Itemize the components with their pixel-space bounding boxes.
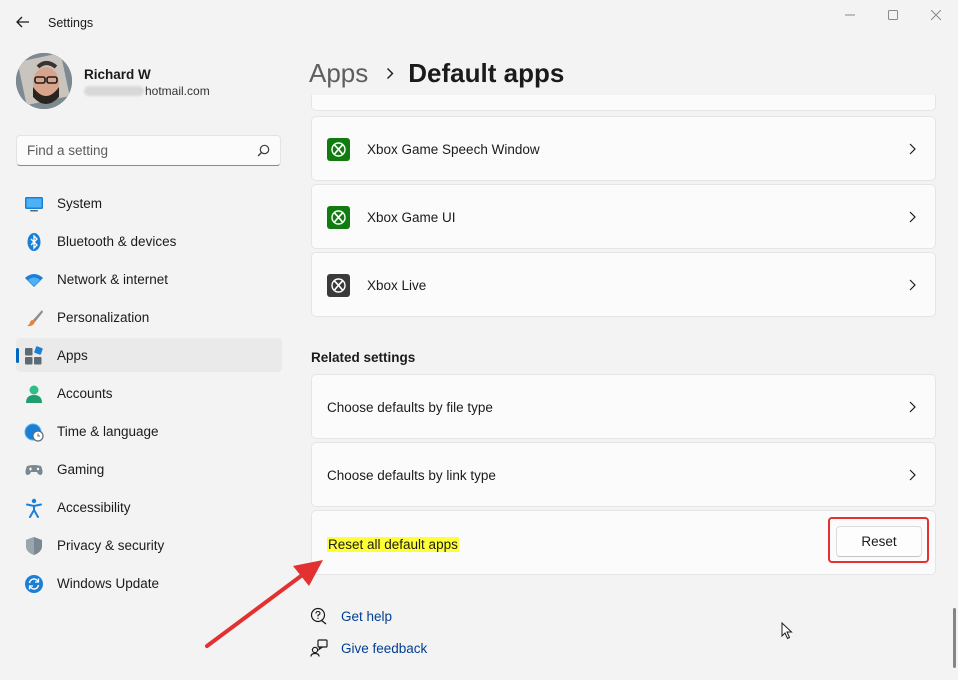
profile-email: hotmail.com <box>84 84 210 98</box>
give-feedback-link[interactable]: Give feedback <box>310 638 427 658</box>
title-bar: Settings <box>0 0 958 46</box>
app-item-xbox-live[interactable]: Xbox Live <box>311 252 936 317</box>
wifi-icon <box>24 270 44 290</box>
get-help-text[interactable]: Get help <box>341 609 392 624</box>
choose-defaults-link-type[interactable]: Choose defaults by link type <box>311 442 936 507</box>
sidebar-item-label: Personalization <box>57 309 150 325</box>
back-button[interactable] <box>12 10 34 34</box>
choose-defaults-file-type[interactable]: Choose defaults by file type <box>311 374 936 439</box>
chevron-right-icon <box>909 211 916 223</box>
reset-button[interactable]: Reset <box>836 526 922 557</box>
mouse-cursor-icon <box>781 622 793 640</box>
selected-indicator <box>16 348 19 363</box>
sidebar-item-personalization[interactable]: Personalization <box>16 300 282 334</box>
maximize-icon <box>888 10 898 20</box>
chevron-right-icon <box>909 401 916 413</box>
scrollbar-thumb[interactable] <box>953 608 956 668</box>
accessibility-icon <box>24 498 44 518</box>
search-input[interactable] <box>17 136 251 165</box>
sidebar-item-bluetooth[interactable]: Bluetooth & devices <box>16 224 282 258</box>
breadcrumb-parent[interactable]: Apps <box>309 58 368 89</box>
monitor-icon <box>24 194 44 214</box>
app-item-xbox-game-speech-window[interactable]: Xbox Game Speech Window <box>311 116 936 181</box>
get-help-link[interactable]: Get help <box>310 606 392 626</box>
sidebar-item-label: Bluetooth & devices <box>57 233 177 249</box>
sidebar-item-accessibility[interactable]: Accessibility <box>16 490 282 524</box>
app-item-label: Xbox Game UI <box>367 210 456 225</box>
chevron-right-icon <box>909 143 916 155</box>
app-item-label: Xbox Game Speech Window <box>367 142 540 157</box>
chevron-right-icon <box>909 469 916 481</box>
page-title: Default apps <box>408 57 565 88</box>
close-icon <box>931 10 941 20</box>
sync-icon <box>24 574 44 594</box>
apps-icon <box>24 346 44 366</box>
sidebar-item-label: System <box>57 195 103 211</box>
sidebar-item-privacy[interactable]: Privacy & security <box>16 528 282 562</box>
sidebar-item-time-language[interactable]: Time & language <box>16 414 282 448</box>
sidebar-item-label: Gaming <box>57 461 105 477</box>
sidebar-item-label: Accessibility <box>57 499 131 515</box>
app-item-xbox-game-ui[interactable]: Xbox Game UI <box>311 184 936 249</box>
app-item-label: Xbox Live <box>367 278 427 293</box>
list-item-partial[interactable] <box>311 95 936 111</box>
shield-icon <box>24 536 44 556</box>
file-type-label: Choose defaults by file type <box>327 400 493 415</box>
sidebar-item-label: Privacy & security <box>57 537 165 553</box>
email-domain: hotmail.com <box>145 84 210 98</box>
sidebar-item-accounts[interactable]: Accounts <box>16 376 282 410</box>
xbox-icon <box>327 274 350 297</box>
reset-default-apps-row: Reset all default apps Reset <box>311 510 936 575</box>
sidebar-item-gaming[interactable]: Gaming <box>16 452 282 486</box>
sidebar-item-label: Time & language <box>57 423 159 439</box>
related-settings-title: Related settings <box>311 350 416 365</box>
sidebar-item-label: Network & internet <box>57 271 169 287</box>
sidebar-item-windows-update[interactable]: Windows Update <box>16 566 282 600</box>
globe-clock-icon <box>24 422 44 442</box>
sidebar-item-label: Accounts <box>57 385 113 401</box>
search-icon[interactable] <box>257 144 270 157</box>
feedback-icon <box>310 639 328 657</box>
sidebar-item-apps[interactable]: Apps <box>16 338 282 372</box>
profile-name: Richard W <box>84 67 151 82</box>
breadcrumb: Apps Default apps <box>309 55 564 91</box>
minimize-button[interactable] <box>830 4 870 26</box>
xbox-icon <box>327 206 350 229</box>
sidebar-item-label: Apps <box>57 347 88 363</box>
help-chat-icon <box>310 607 328 625</box>
search-box <box>16 135 281 166</box>
avatar-image <box>16 53 72 109</box>
xbox-icon <box>327 138 350 161</box>
chevron-right-icon <box>386 67 394 80</box>
arrow-left-icon <box>16 16 29 28</box>
gamepad-icon <box>24 460 44 480</box>
avatar[interactable] <box>16 53 72 109</box>
link-type-label: Choose defaults by link type <box>327 468 496 483</box>
minimize-icon <box>845 14 855 16</box>
email-redaction <box>84 86 144 96</box>
give-feedback-text[interactable]: Give feedback <box>341 641 427 656</box>
chevron-right-icon <box>909 279 916 291</box>
sidebar-nav: System Bluetooth & devices Network & int… <box>16 186 282 604</box>
reset-all-default-apps-label: Reset all default apps <box>327 537 459 552</box>
person-icon <box>24 384 44 404</box>
sidebar-item-network[interactable]: Network & internet <box>16 262 282 296</box>
brush-icon <box>24 308 44 328</box>
sidebar-item-system[interactable]: System <box>16 186 282 220</box>
app-title: Settings <box>48 16 94 30</box>
maximize-button[interactable] <box>873 4 913 26</box>
close-button[interactable] <box>916 4 956 26</box>
bluetooth-icon <box>24 232 44 252</box>
sidebar-item-label: Windows Update <box>57 575 160 591</box>
